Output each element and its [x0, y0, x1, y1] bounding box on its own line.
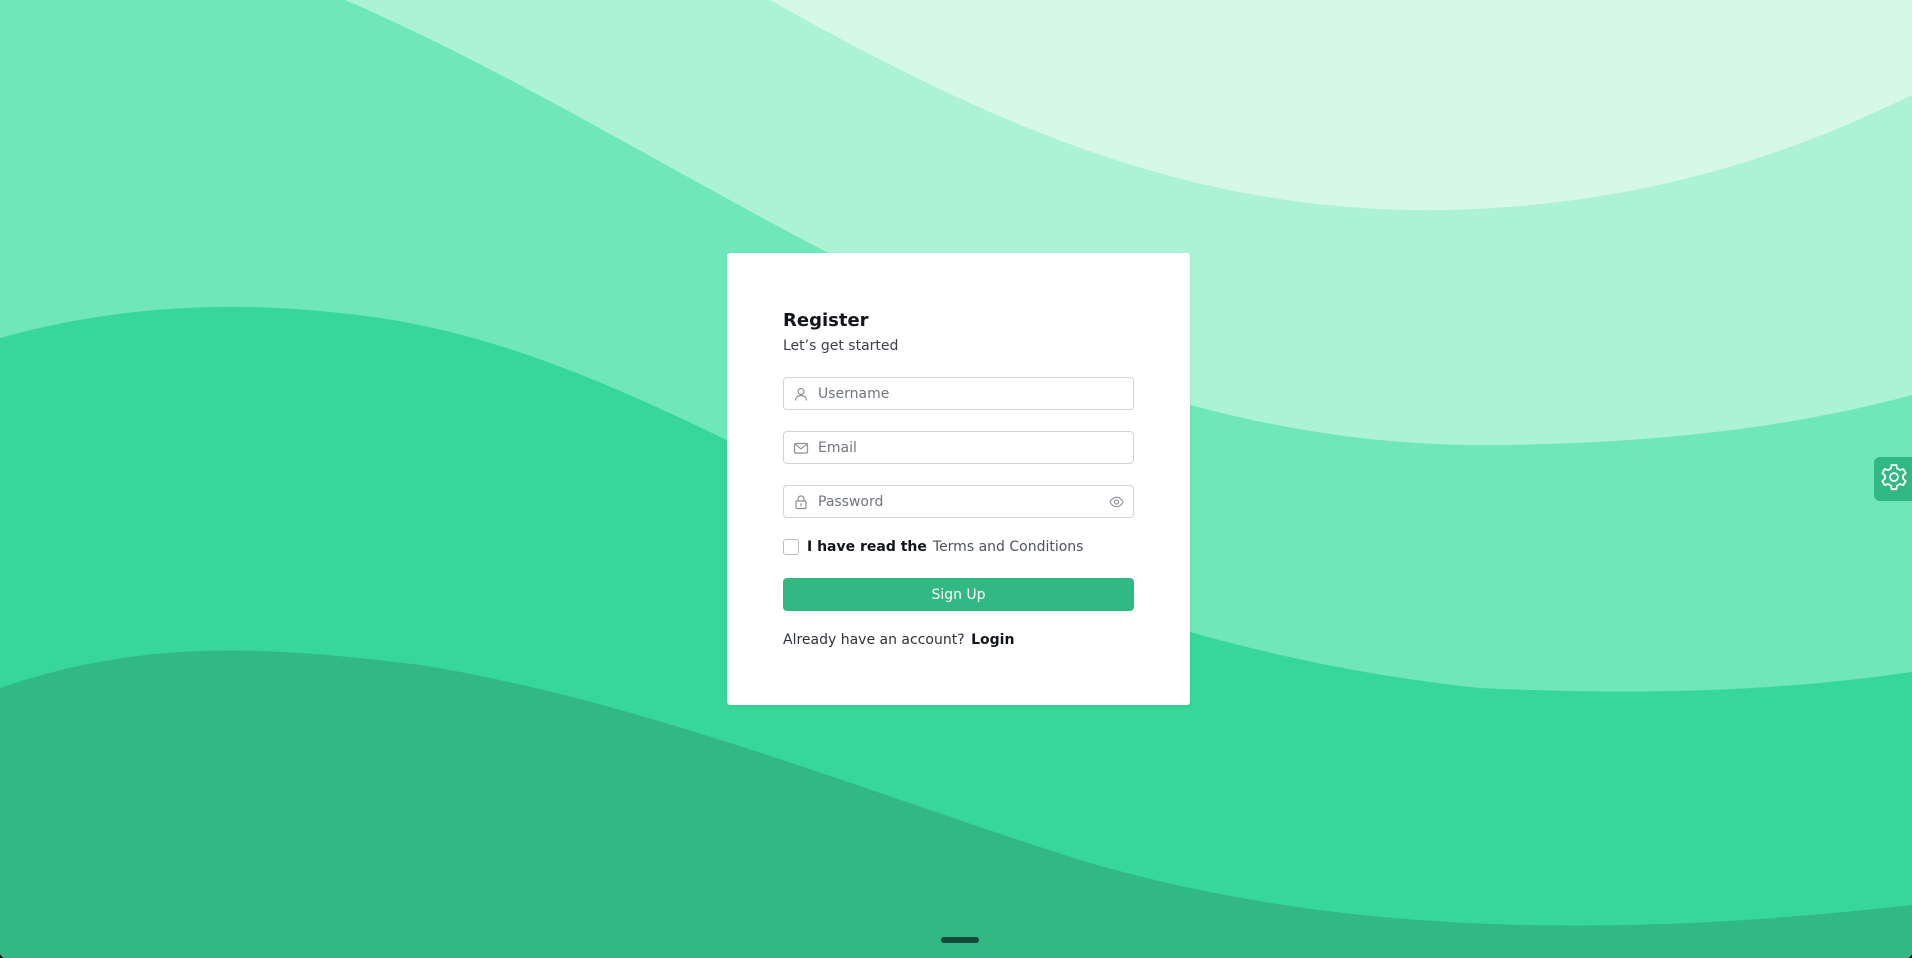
app-viewport: Register Let’s get started Username Emai… — [0, 0, 1912, 958]
login-prompt: Already have an account? — [783, 632, 965, 648]
login-link[interactable]: Login — [971, 632, 1014, 648]
email-input[interactable] — [818, 432, 1108, 463]
password-input[interactable] — [818, 486, 1108, 517]
register-card: Register Let’s get started Username Emai… — [727, 253, 1190, 705]
home-indicator[interactable] — [941, 937, 979, 943]
terms-row: I have read the Terms and Conditions — [783, 537, 1134, 557]
terms-link[interactable]: Terms and Conditions — [933, 539, 1084, 555]
register-subtitle: Let’s get started — [783, 338, 899, 354]
register-form: Register Let’s get started Username Emai… — [783, 309, 1134, 650]
settings-button[interactable] — [1874, 457, 1912, 501]
sign-up-button[interactable]: Sign Up — [783, 578, 1134, 611]
user-icon — [794, 387, 808, 401]
lock-icon — [795, 495, 807, 510]
email-field[interactable] — [783, 431, 1134, 464]
password-field[interactable] — [783, 485, 1134, 518]
mail-icon — [793, 442, 809, 454]
eye-icon[interactable] — [1109, 495, 1124, 509]
register-title: Register — [783, 310, 869, 331]
username-field[interactable] — [783, 377, 1134, 410]
gear-icon — [1881, 464, 1907, 491]
terms-prefix: I have read the — [807, 539, 927, 555]
login-row: Already have an account? Login — [783, 630, 1134, 650]
terms-checkbox[interactable] — [783, 539, 799, 555]
username-input[interactable] — [818, 378, 1108, 409]
